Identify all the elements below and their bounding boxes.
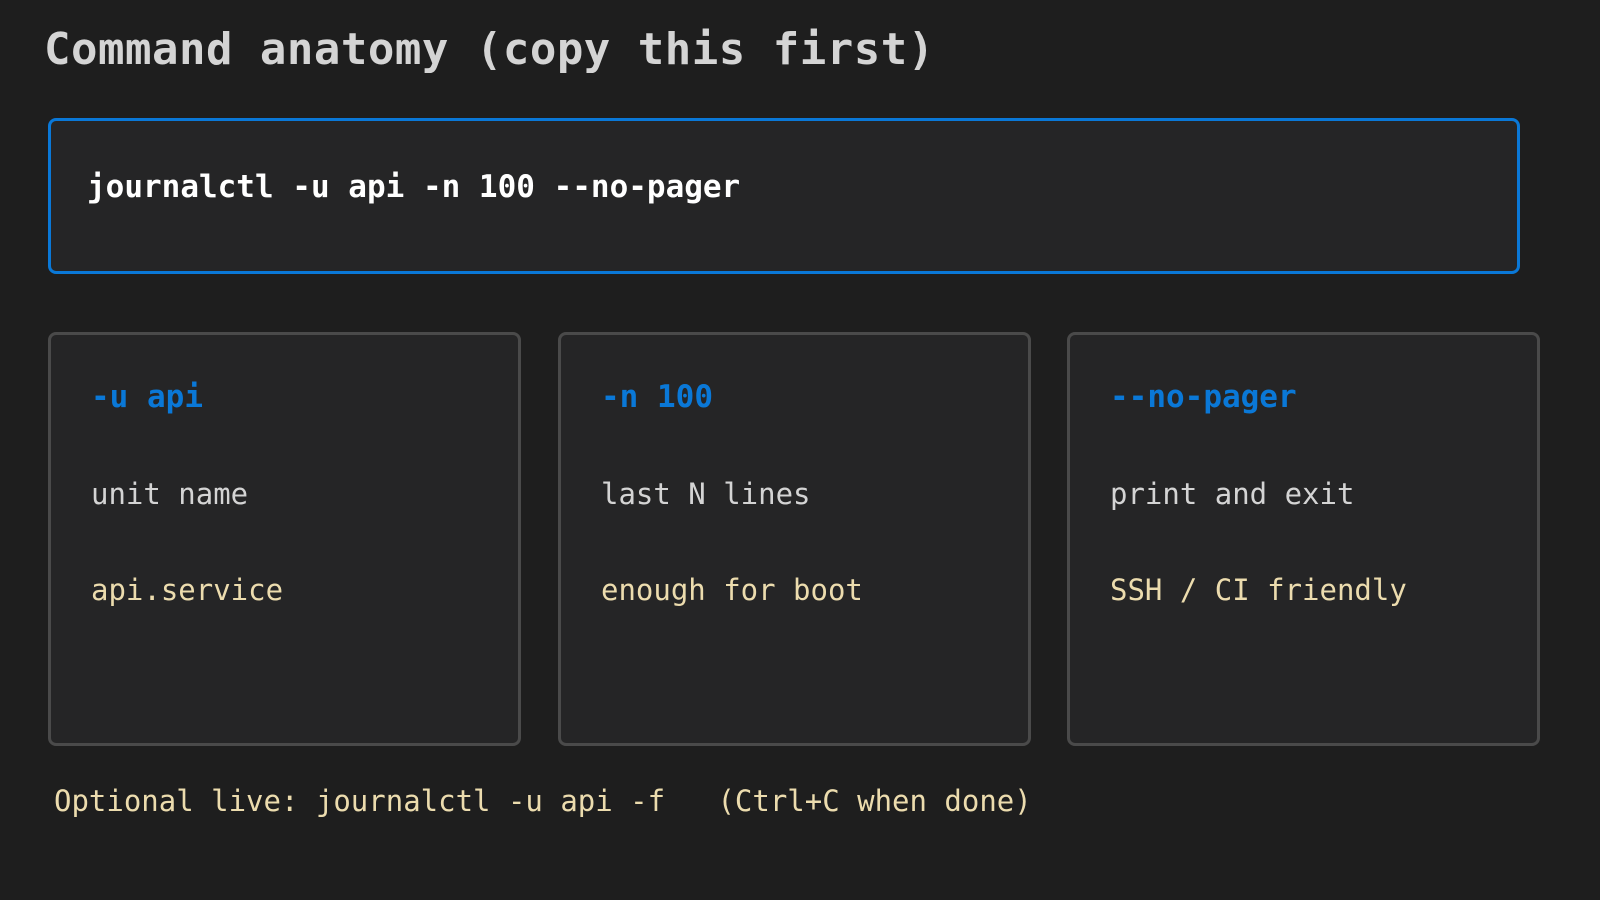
card-note: api.service (91, 573, 284, 607)
card-description: last N lines (601, 477, 811, 511)
command-box[interactable]: journalctl -u api -n 100 --no-pager (48, 118, 1520, 274)
page-title: Command anatomy (copy this first) (44, 24, 935, 75)
card-flag: --no-pager (1110, 379, 1297, 415)
card-no-pager: --no-pager print and exit SSH / CI frien… (1067, 332, 1540, 746)
command-text[interactable]: journalctl -u api -n 100 --no-pager (87, 169, 740, 205)
card-note: enough for boot (601, 573, 863, 607)
card-description: unit name (91, 477, 249, 511)
card-flag: -u api (91, 379, 203, 415)
card-unit: -u api unit name api.service (48, 332, 521, 746)
card-description: print and exit (1110, 477, 1355, 511)
card-flag: -n 100 (601, 379, 713, 415)
flag-cards: -u api unit name api.service -n 100 last… (48, 332, 1540, 746)
footer-note: Optional live: journalctl -u api -f (Ctr… (54, 784, 1032, 818)
card-note: SSH / CI friendly (1110, 573, 1407, 607)
card-lines: -n 100 last N lines enough for boot (558, 332, 1031, 746)
